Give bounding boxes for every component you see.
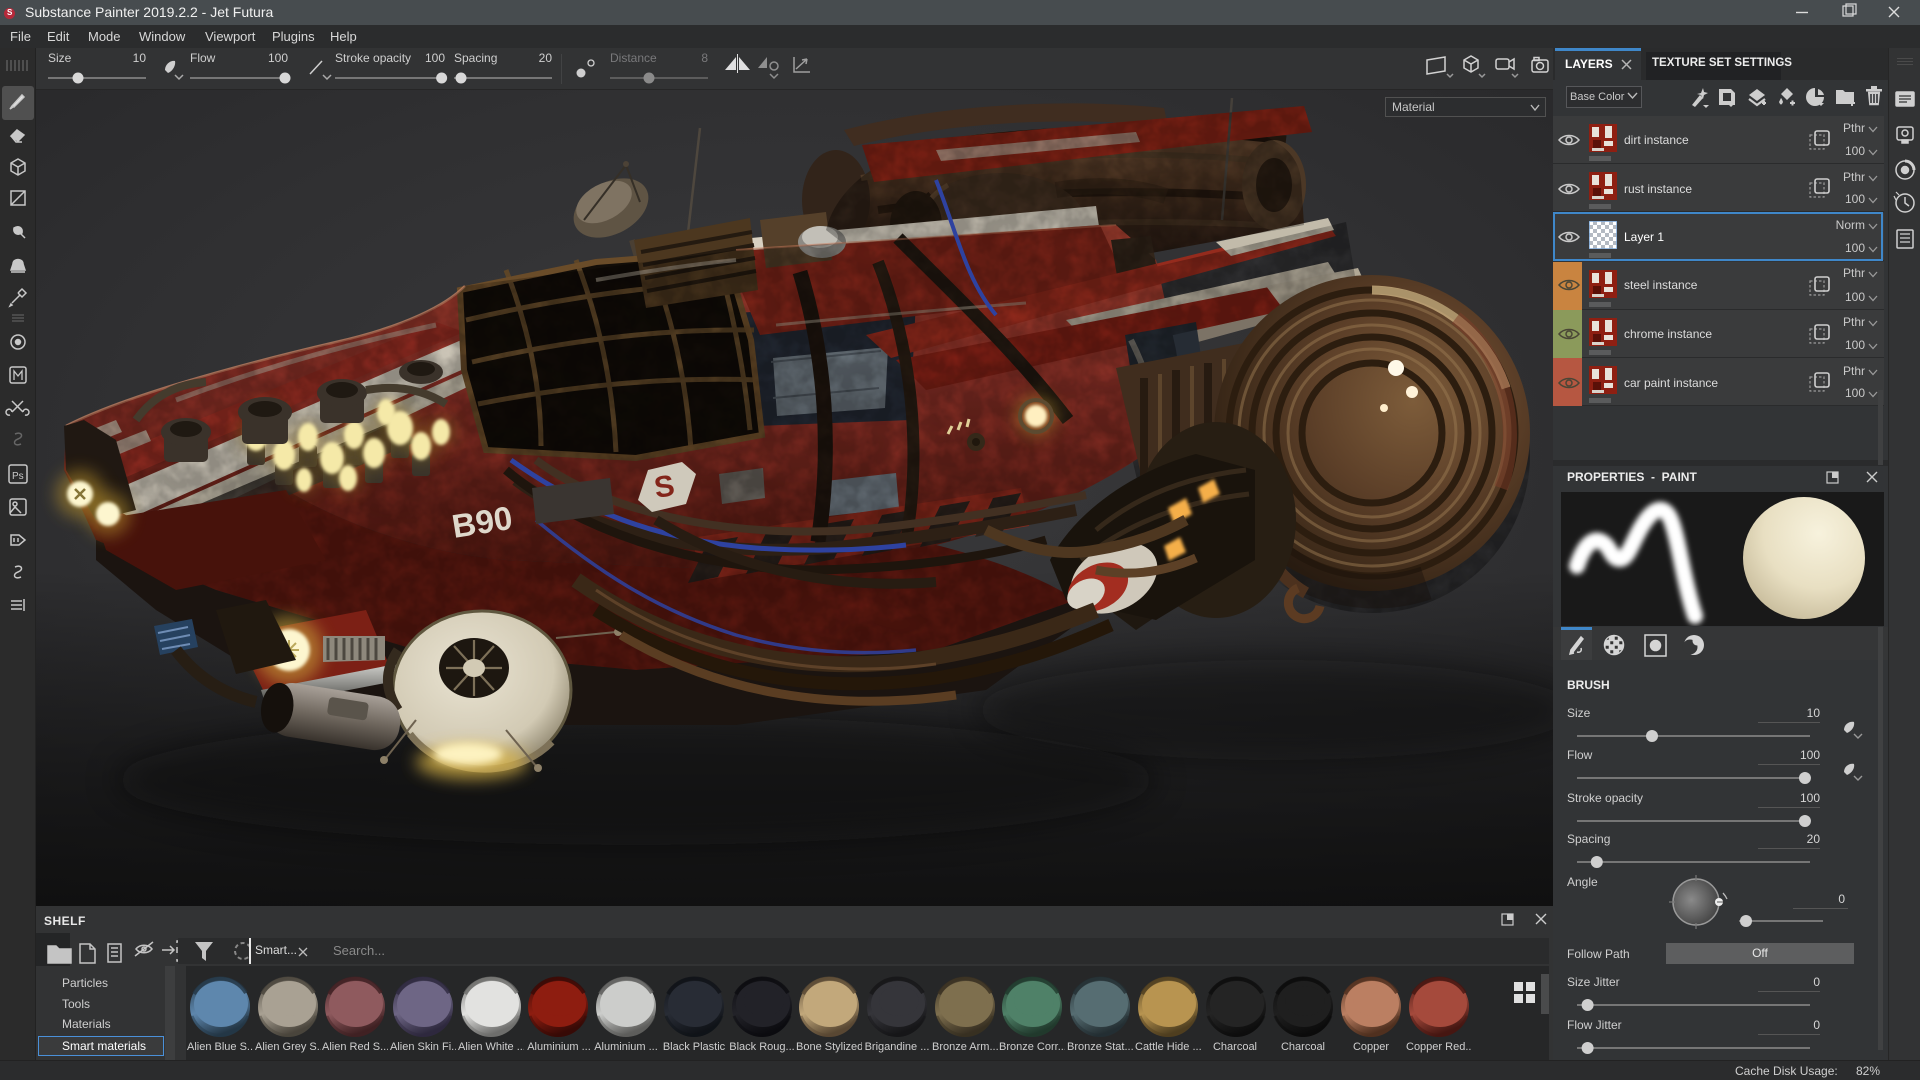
svg-text:Ps: Ps xyxy=(12,471,24,482)
